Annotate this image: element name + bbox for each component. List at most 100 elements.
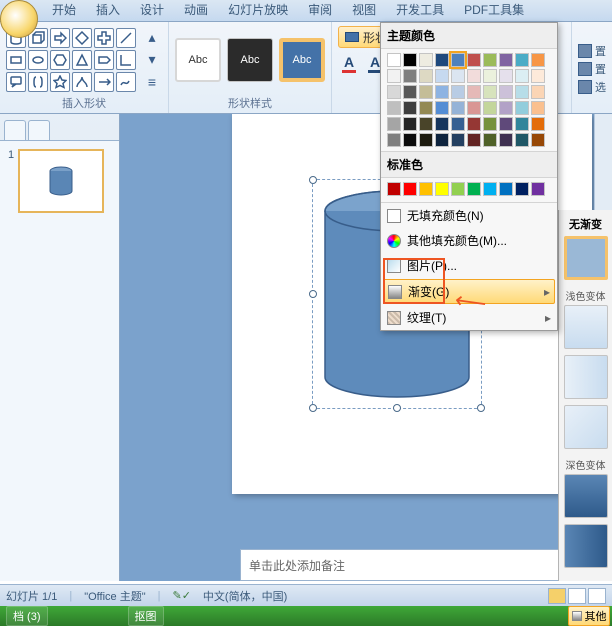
gradient-light-2[interactable]	[564, 355, 608, 399]
theme-color-swatch[interactable]	[387, 101, 401, 115]
shape-curve-icon[interactable]	[72, 72, 92, 92]
theme-color-swatch[interactable]	[467, 133, 481, 147]
tab-review[interactable]: 审阅	[298, 0, 342, 21]
gradient-dark-2[interactable]	[564, 524, 608, 568]
theme-color-swatch[interactable]	[483, 101, 497, 115]
theme-color-swatch[interactable]	[499, 85, 513, 99]
theme-color-grid[interactable]	[381, 49, 557, 151]
theme-color-swatch[interactable]	[531, 53, 545, 67]
theme-color-swatch[interactable]	[435, 53, 449, 67]
office-button[interactable]	[0, 0, 38, 38]
selection-pane-button[interactable]: 选	[578, 79, 606, 95]
theme-color-swatch[interactable]	[387, 85, 401, 99]
theme-color-swatch[interactable]	[387, 133, 401, 147]
shape-elbow-icon[interactable]	[116, 50, 136, 70]
theme-color-swatch[interactable]	[531, 69, 545, 83]
notes-pane[interactable]: 单击此处添加备注	[240, 549, 588, 581]
shapes-gallery[interactable]	[6, 28, 136, 92]
outline-tab[interactable]	[28, 120, 50, 140]
slides-tab[interactable]	[4, 120, 26, 140]
shape-brace-icon[interactable]	[28, 72, 48, 92]
theme-color-swatch[interactable]	[499, 117, 513, 131]
shape-oval-icon[interactable]	[28, 50, 48, 70]
taskbar-item-2[interactable]: 抠图	[128, 606, 164, 626]
theme-color-swatch[interactable]	[467, 85, 481, 99]
theme-color-swatch[interactable]	[451, 117, 465, 131]
standard-color-swatch[interactable]	[531, 182, 545, 196]
shape-tri-icon[interactable]	[72, 50, 92, 70]
standard-color-grid[interactable]	[381, 178, 557, 200]
no-fill-item[interactable]: 无填充颜色(N)	[381, 203, 557, 228]
theme-color-swatch[interactable]	[467, 69, 481, 83]
more-colors-item[interactable]: 其他填充颜色(M)...	[381, 228, 557, 253]
theme-color-swatch[interactable]	[499, 101, 513, 115]
theme-color-swatch[interactable]	[515, 85, 529, 99]
theme-color-swatch[interactable]	[531, 117, 545, 131]
standard-color-swatch[interactable]	[483, 182, 497, 196]
theme-color-swatch[interactable]	[499, 69, 513, 83]
theme-color-swatch[interactable]	[451, 53, 465, 67]
theme-color-swatch[interactable]	[435, 85, 449, 99]
shape-arrow-icon[interactable]	[50, 28, 70, 48]
spellcheck-icon[interactable]: ✎✓	[172, 589, 190, 602]
shape-hex-icon[interactable]	[50, 50, 70, 70]
tab-animation[interactable]: 动画	[174, 0, 218, 21]
texture-fill-item[interactable]: 纹理(T)▸	[381, 305, 557, 330]
language-indicator[interactable]: 中文(简体，中国)	[203, 588, 287, 604]
style-swatch-3[interactable]: Abc	[279, 38, 325, 82]
shape-rect-icon[interactable]	[6, 50, 26, 70]
standard-color-swatch[interactable]	[451, 182, 465, 196]
theme-color-swatch[interactable]	[467, 117, 481, 131]
theme-color-swatch[interactable]	[451, 85, 465, 99]
style-gallery[interactable]: Abc Abc Abc	[175, 38, 325, 82]
bring-front-button[interactable]: 置	[578, 43, 606, 59]
theme-color-swatch[interactable]	[435, 69, 449, 83]
send-back-button[interactable]: 置	[578, 61, 606, 77]
shape-callout-icon[interactable]	[6, 72, 26, 92]
tab-design[interactable]: 设计	[130, 0, 174, 21]
theme-color-swatch[interactable]	[451, 133, 465, 147]
theme-color-swatch[interactable]	[387, 69, 401, 83]
standard-color-swatch[interactable]	[419, 182, 433, 196]
resize-handle-s[interactable]	[393, 404, 401, 412]
theme-color-swatch[interactable]	[403, 85, 417, 99]
slide-thumbnail-1[interactable]: 1	[8, 149, 111, 213]
theme-color-swatch[interactable]	[451, 101, 465, 115]
style-swatch-2[interactable]: Abc	[227, 38, 273, 82]
resize-handle-se[interactable]	[477, 404, 485, 412]
theme-color-swatch[interactable]	[403, 101, 417, 115]
theme-color-swatch[interactable]	[419, 133, 433, 147]
theme-color-swatch[interactable]	[515, 101, 529, 115]
gradient-fill-item[interactable]: 渐变(G)▸	[383, 279, 555, 304]
standard-color-swatch[interactable]	[515, 182, 529, 196]
tab-pdf[interactable]: PDF工具集	[454, 0, 534, 21]
taskbar-item-1[interactable]: 档 (3)	[6, 606, 48, 626]
theme-color-swatch[interactable]	[531, 85, 545, 99]
theme-color-swatch[interactable]	[403, 53, 417, 67]
gradient-dark-1[interactable]	[564, 474, 608, 518]
tab-insert[interactable]: 插入	[86, 0, 130, 21]
theme-color-swatch[interactable]	[499, 53, 513, 67]
tab-view[interactable]: 视图	[342, 0, 386, 21]
sorter-view-button[interactable]	[568, 588, 586, 604]
theme-color-swatch[interactable]	[419, 53, 433, 67]
theme-color-swatch[interactable]	[483, 69, 497, 83]
theme-color-swatch[interactable]	[483, 133, 497, 147]
shape-star-icon[interactable]	[50, 72, 70, 92]
theme-color-swatch[interactable]	[403, 117, 417, 131]
gradient-light-3[interactable]	[564, 405, 608, 449]
standard-color-swatch[interactable]	[403, 182, 417, 196]
picture-fill-item[interactable]: 图片(P)...	[381, 253, 557, 278]
gradient-none-swatch[interactable]	[564, 236, 608, 280]
chevron-up-icon[interactable]: ▴	[142, 28, 162, 48]
standard-color-swatch[interactable]	[387, 182, 401, 196]
normal-view-button[interactable]	[548, 588, 566, 604]
shape-connector-icon[interactable]	[94, 72, 114, 92]
more-icon[interactable]: ≡	[142, 72, 162, 92]
tab-home[interactable]: 开始	[42, 0, 86, 21]
theme-color-swatch[interactable]	[483, 117, 497, 131]
standard-color-swatch[interactable]	[499, 182, 513, 196]
theme-color-swatch[interactable]	[451, 69, 465, 83]
shape-pent-icon[interactable]	[94, 50, 114, 70]
shape-line-icon[interactable]	[116, 28, 136, 48]
